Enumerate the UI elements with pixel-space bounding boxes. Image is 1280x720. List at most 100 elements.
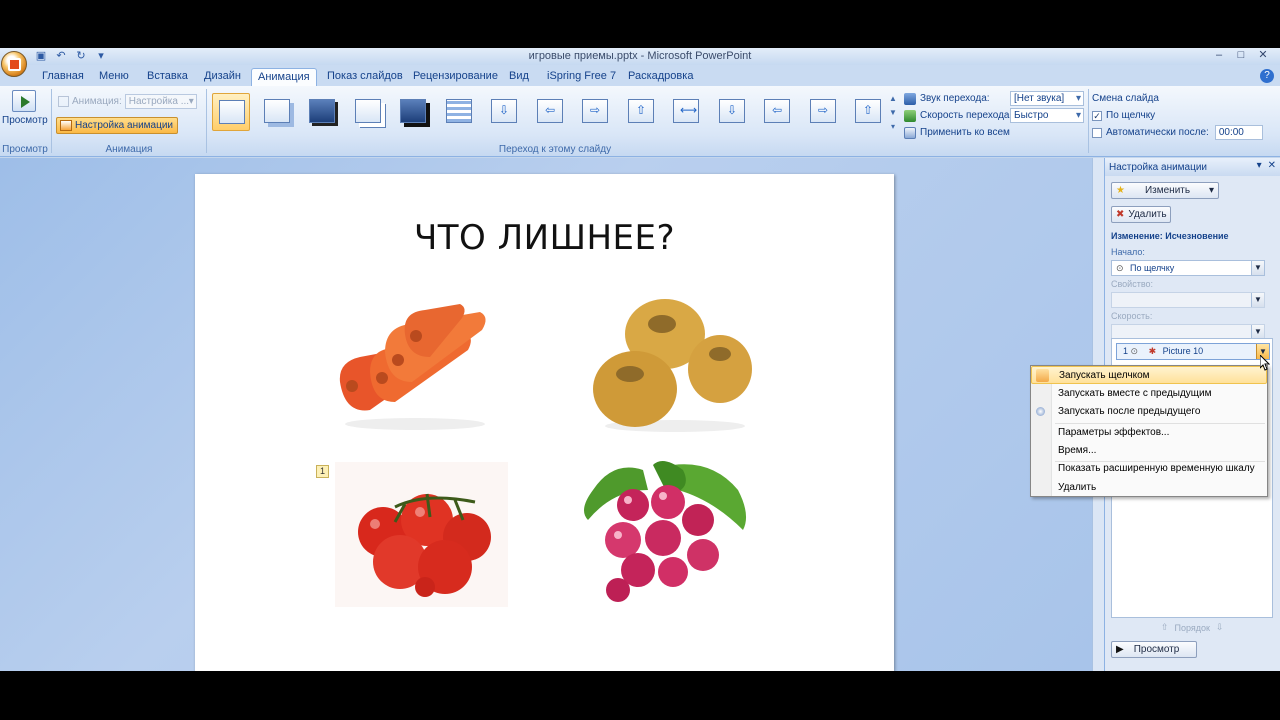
custom-animation-icon [60, 120, 72, 131]
dropdown-icon: ▼ [1251, 325, 1264, 339]
slide-canvas[interactable]: ЧТО ЛИШНЕЕ? 1 [195, 174, 894, 671]
tab-view[interactable]: Вид [503, 68, 535, 86]
pane-menu-icon[interactable]: ▾ [1257, 160, 1262, 171]
pane-header: Настройка анимации ▾ ✕ [1105, 158, 1280, 176]
move-down-icon[interactable]: ⇩ [1216, 622, 1224, 633]
transition-wipe-left[interactable]: ⇦ [531, 93, 569, 131]
auto-after-input[interactable]: 00:00 [1214, 125, 1263, 140]
change-effect-label: Изменить [1144, 185, 1191, 196]
tab-menu[interactable]: Меню [93, 68, 135, 86]
gallery-more-icon[interactable]: ▾ [888, 120, 898, 134]
menu-start-after-previous[interactable]: Запускать после предыдущего [1031, 403, 1267, 421]
transition-push-down[interactable]: ⇩ [713, 93, 751, 131]
help-icon[interactable]: ? [1260, 69, 1274, 83]
speed-select[interactable]: Быстро [1010, 108, 1084, 123]
arrow-down-icon: ⇩ [726, 103, 738, 117]
menu-effect-options[interactable]: Параметры эффектов... [1031, 424, 1267, 442]
dropdown-icon[interactable]: ▼ [1251, 261, 1264, 275]
pane-preview-button[interactable]: ▶ Просмотр [1111, 641, 1197, 658]
pane-close-icon[interactable]: ✕ [1268, 160, 1276, 171]
office-button[interactable] [1, 51, 27, 77]
arrow-left-icon: ⇦ [771, 103, 783, 117]
mouse-click-icon [1036, 369, 1049, 382]
minimize-button[interactable]: – [1210, 48, 1228, 63]
remove-effect-button[interactable]: ✖ Удалить [1111, 206, 1171, 223]
tab-slideshow[interactable]: Показ слайдов [321, 68, 409, 86]
auto-after-checkbox[interactable] [1092, 127, 1102, 138]
tab-review[interactable]: Рецензирование [407, 68, 504, 86]
menu-item-label: Запускать щелчком [1059, 370, 1150, 381]
on-click-checkbox[interactable]: ✓ [1092, 110, 1102, 121]
remove-icon: ✖ [1116, 209, 1125, 220]
menu-show-advanced-timeline[interactable]: Показать расширенную временную шкалу [1031, 460, 1267, 478]
move-up-icon[interactable]: ⇧ [1161, 622, 1169, 633]
transition-wipe-right[interactable]: ⇨ [576, 93, 614, 131]
maximize-button[interactable]: □ [1232, 48, 1250, 63]
menu-start-with-previous[interactable]: Запускать вместе с предыдущим [1031, 385, 1267, 403]
tab-home[interactable]: Главная [36, 68, 90, 86]
arrow-left-icon: ⇦ [544, 103, 556, 117]
auto-after-row: Автоматически после: 00:00 [1092, 124, 1263, 141]
transition-wipe-down[interactable]: ⇩ [485, 93, 523, 131]
chevron-down-icon: ▾ [1208, 185, 1214, 196]
speed-label: Скорость перехода: [920, 110, 1013, 121]
window-title: игровые приемы.pptx - Microsoft PowerPoi… [528, 50, 752, 62]
animation-order-tag[interactable]: 1 [316, 465, 329, 478]
speed-row: Скорость перехода: Быстро [904, 107, 1084, 124]
tab-animation[interactable]: Анимация [251, 68, 317, 86]
change-effect-button[interactable]: ★ Изменить ▾ [1111, 182, 1219, 199]
transition-fade-smooth[interactable] [258, 93, 296, 131]
transition-split[interactable]: ⟷ [667, 93, 705, 131]
start-select[interactable]: ⊙ По щелчку ▼ [1111, 260, 1265, 276]
animation-select[interactable]: Настройка ... [124, 94, 197, 109]
transition-none[interactable] [212, 93, 250, 131]
transition-push-up[interactable]: ⇧ [849, 93, 887, 131]
carrot-picture[interactable] [330, 302, 495, 432]
transition-wipe-up[interactable]: ⇧ [622, 93, 660, 131]
list-item-index: 1 [1123, 346, 1129, 356]
advance-slide-group: Смена слайда ✓ По щелчку Автоматически п… [1092, 90, 1263, 141]
custom-animation-button[interactable]: Настройка анимации [56, 117, 179, 134]
close-button[interactable]: ✕ [1254, 48, 1272, 63]
tab-storyboard[interactable]: Раскадровка [622, 68, 699, 86]
ribbon: Просмотр Просмотр Анимация: Настройка ..… [0, 86, 1280, 157]
speed-label: Скорость: [1111, 311, 1153, 321]
animation-list-item[interactable]: 1 ⊙ ✱ Picture 10 ▼ [1116, 343, 1270, 360]
tab-ispring[interactable]: iSpring Free 7 [541, 68, 622, 86]
scroll-up-icon[interactable]: ▲ [888, 92, 898, 106]
menu-remove[interactable]: Удалить [1031, 479, 1267, 497]
transition-cut-black[interactable] [394, 93, 432, 131]
mouse-icon: ⊙ [1130, 346, 1141, 356]
sound-label: Звук перехода: [920, 93, 990, 104]
property-label: Свойство: [1111, 279, 1154, 289]
sound-icon [904, 92, 916, 105]
transition-thumb-icon [400, 99, 426, 123]
turnip-picture[interactable] [590, 294, 755, 434]
advance-title: Смена слайда [1092, 93, 1159, 104]
tab-design[interactable]: Дизайн [198, 68, 247, 86]
transition-gallery: ⇩ ⇦ ⇨ ⇧ ⟷ ⇩ ⇦ ⇨ ⇧ [210, 89, 888, 137]
group-separator [1088, 89, 1089, 153]
tab-insert[interactable]: Вставка [141, 68, 194, 86]
apply-all-button[interactable]: Применить ко всем [904, 124, 1012, 141]
slide-title[interactable]: ЧТО ЛИШНЕЕ? [195, 218, 894, 258]
transition-fade-black[interactable] [303, 93, 341, 131]
tomato-picture[interactable] [335, 462, 508, 607]
gallery-scroll[interactable]: ▲ ▼ ▾ [888, 92, 898, 136]
transition-options: Звук перехода: [Нет звука] Скорость пере… [904, 90, 1084, 141]
menu-timing[interactable]: Время... [1031, 442, 1267, 460]
transition-cut[interactable] [349, 93, 387, 131]
menu-start-on-click[interactable]: Запускать щелчком [1031, 366, 1267, 384]
arrow-down-icon: ⇩ [498, 103, 510, 117]
speed-icon [904, 109, 916, 122]
radish-picture[interactable] [573, 460, 753, 610]
transition-push-left[interactable]: ⇦ [758, 93, 796, 131]
reorder-controls: ⇧ Порядок ⇩ [1161, 622, 1224, 633]
preview-button[interactable]: Просмотр [2, 90, 48, 140]
scroll-down-icon[interactable]: ▼ [888, 106, 898, 120]
transition-push-right[interactable]: ⇨ [804, 93, 842, 131]
window-controls: – □ ✕ [1210, 48, 1272, 63]
transition-dissolve[interactable] [440, 93, 478, 131]
sound-select[interactable]: [Нет звука] [1010, 91, 1084, 106]
animation-group-label: Анимация [105, 144, 153, 155]
